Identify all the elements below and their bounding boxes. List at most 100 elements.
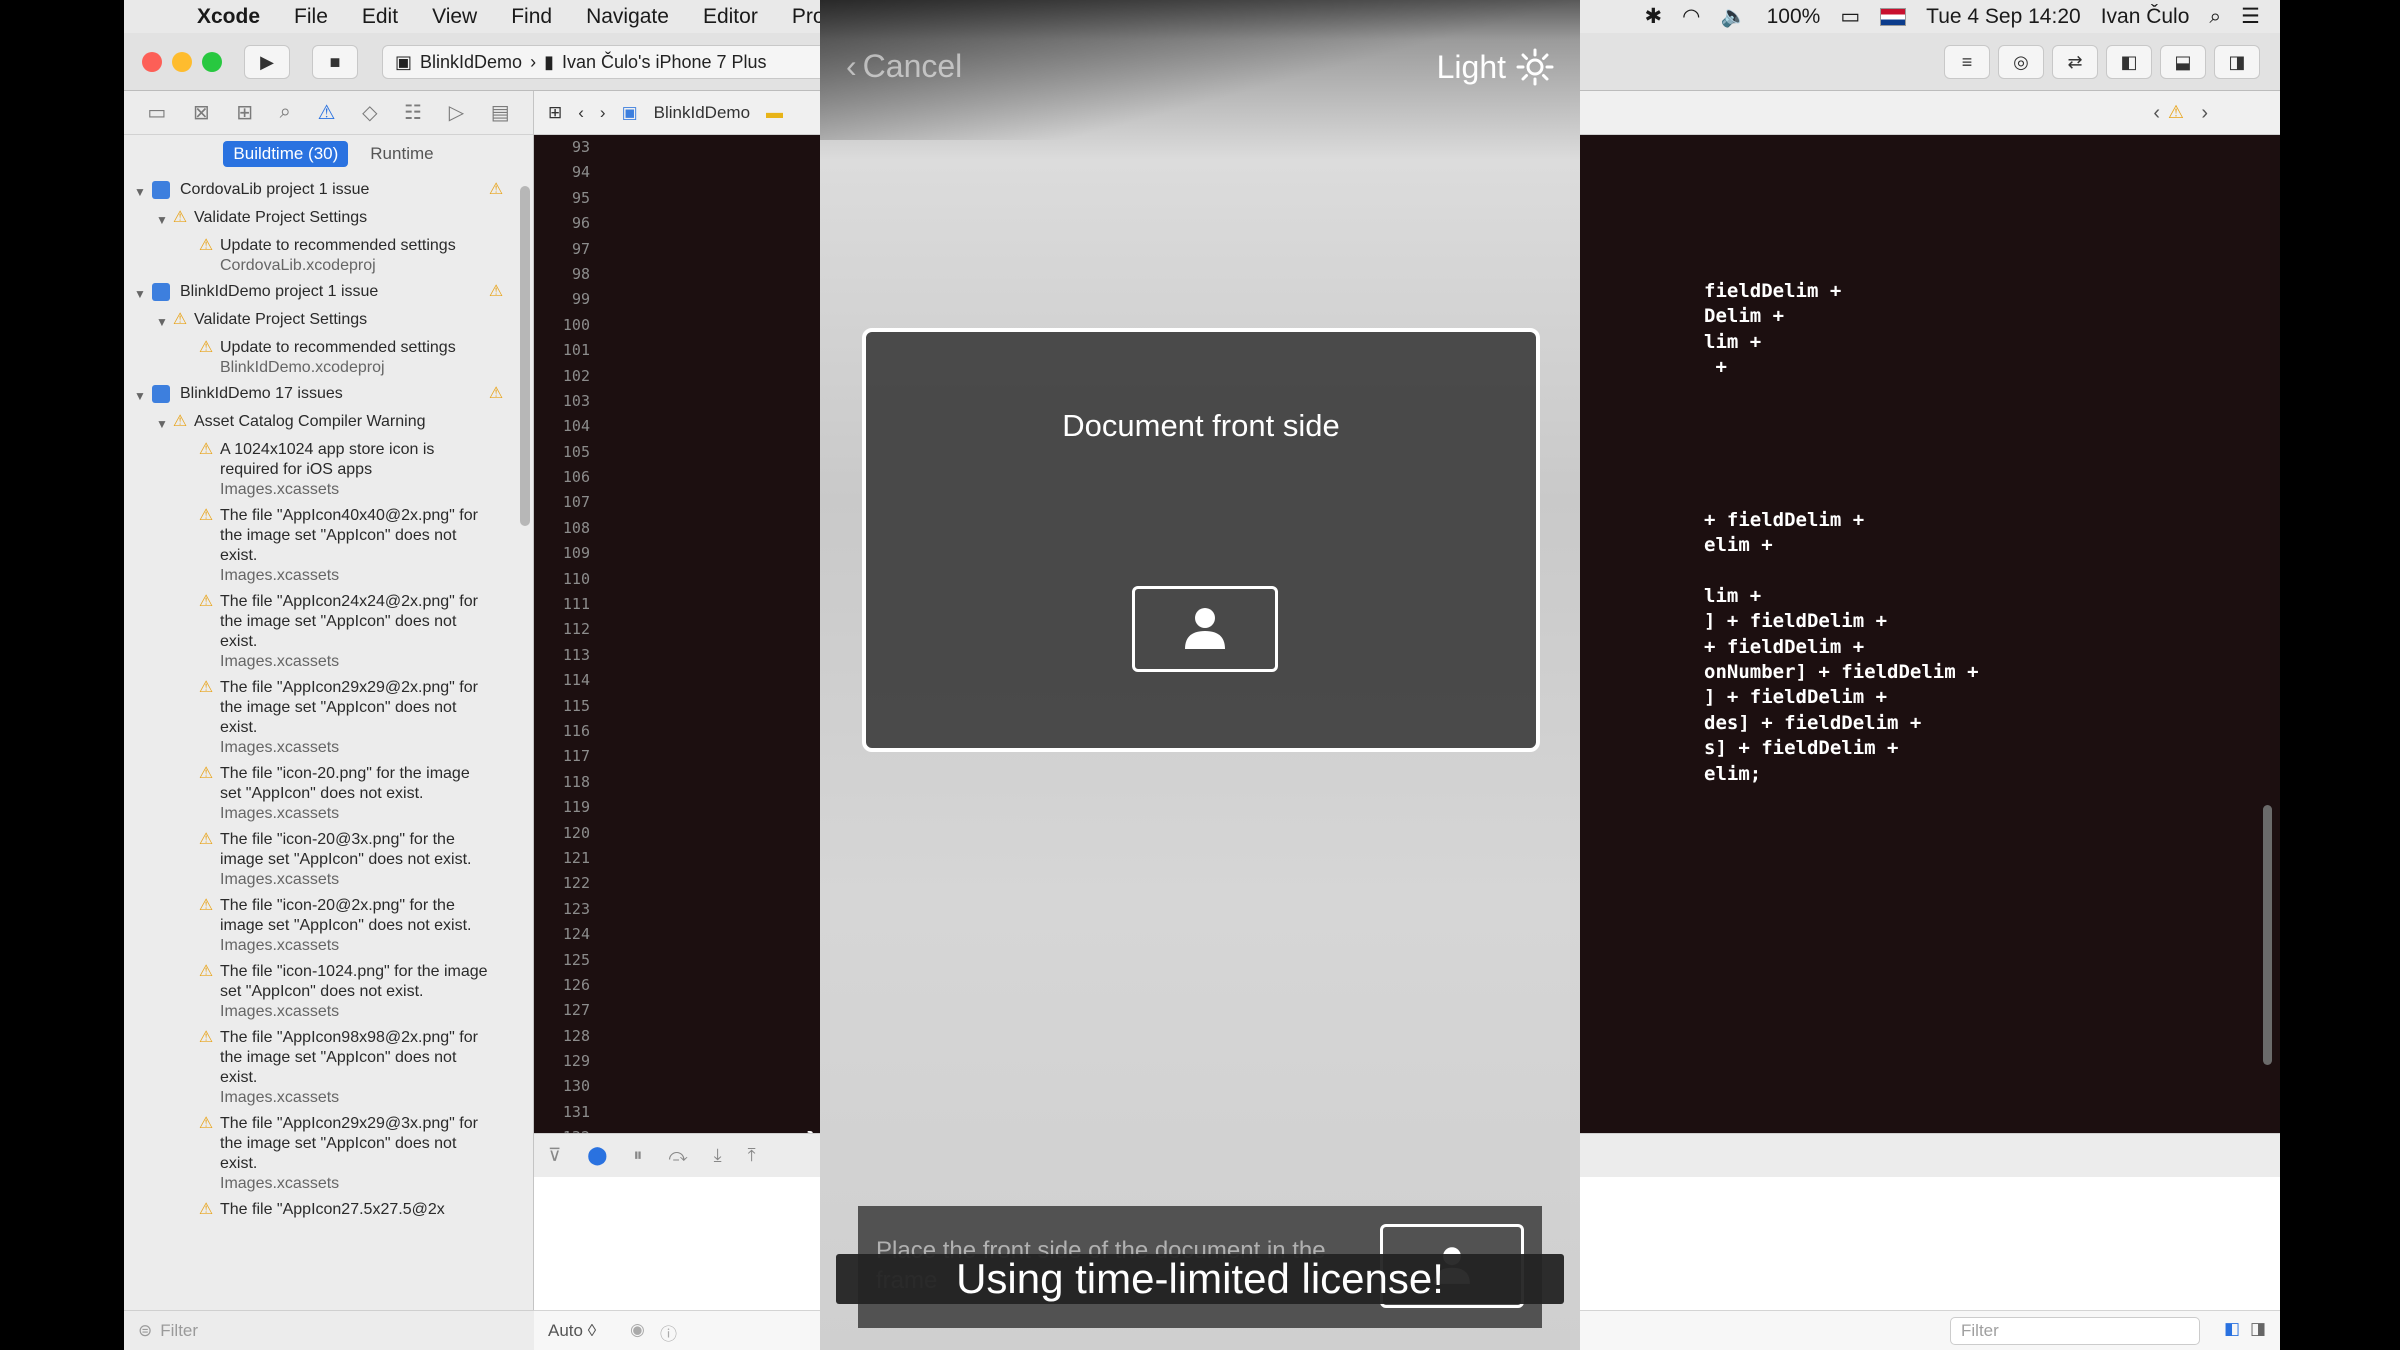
navigator-filter-input[interactable]: Filter	[160, 1321, 198, 1341]
step-over-icon[interactable]: ⤼	[668, 1145, 687, 1166]
line-number: 118	[562, 772, 590, 791]
menu-navigate[interactable]: Navigate	[569, 5, 686, 29]
variables-scope-selector[interactable]: Auto ◊	[548, 1321, 596, 1341]
wifi-icon[interactable]: ◠	[1682, 4, 1700, 29]
issue-row[interactable]: ⚠ A 1024x1024 app store icon is required …	[124, 437, 520, 503]
issue-row[interactable]: ⚠ Update to recommended settings BlinkIdDe…	[124, 335, 520, 381]
issue-row[interactable]: ▼ CordovaLib project 1 issue ⚠	[124, 177, 520, 205]
issue-row[interactable]: ▼ ⚠ Validate Project Settings	[124, 307, 520, 335]
menu-view[interactable]: View	[415, 5, 494, 29]
run-button[interactable]: ▶	[244, 45, 290, 79]
code-line: fieldDelim +	[1704, 280, 1842, 302]
menu-xcode[interactable]: Xcode	[180, 5, 277, 29]
user-name[interactable]: Ivan Čulo	[2101, 5, 2190, 29]
breakpoint-icon[interactable]: ▷	[449, 100, 464, 125]
pause-icon[interactable]: ⏸	[633, 1145, 642, 1166]
disclosure-triangle-icon[interactable]: ▼	[132, 386, 148, 406]
stop-button[interactable]: ■	[312, 45, 358, 79]
toggle-inspector-button[interactable]: ◨	[2214, 45, 2260, 79]
issue-row[interactable]: ⚠ The file "AppIcon29x29@3x.png" for the …	[124, 1111, 520, 1197]
issue-row[interactable]: ⚠ The file "icon-20@3x.png" for the image…	[124, 827, 520, 893]
disclosure-triangle-icon[interactable]: ▼	[154, 210, 170, 230]
issue-row[interactable]: ▼ BlinkIdDemo 17 issues ⚠	[124, 381, 520, 409]
menu-edit[interactable]: Edit	[345, 5, 415, 29]
menu-find[interactable]: Find	[494, 5, 569, 29]
hide-debug-area-icon[interactable]: ⊽	[548, 1145, 561, 1166]
line-number: 103	[562, 391, 590, 410]
zoom-window-button[interactable]	[202, 52, 222, 72]
related-items-icon[interactable]: ⊞	[548, 103, 562, 123]
tab-buildtime[interactable]: Buildtime (30)	[223, 141, 349, 167]
console-view-icon[interactable]: ◨	[2250, 1319, 2266, 1339]
issue-row[interactable]: ⚠ The file "icon-1024.png" for the image …	[124, 959, 520, 1025]
toggle-debug-area-button[interactable]: ⬓	[2160, 45, 2206, 79]
clock[interactable]: Tue 4 Sep 14:20	[1926, 5, 2081, 29]
spotlight-search-icon[interactable]: ⌕	[2209, 5, 2221, 29]
issue-row[interactable]: ⚠ The file "icon-20@2x.png" for the image…	[124, 893, 520, 959]
step-in-icon[interactable]: ⤓	[714, 1145, 722, 1166]
issue-row[interactable]: ⚠ Update to recommended settings CordovaLi…	[124, 233, 520, 279]
cancel-button[interactable]: ‹ Cancel	[846, 48, 962, 85]
disclosure-triangle-icon[interactable]: ▼	[132, 182, 148, 202]
warning-triangle-icon: ⚠	[198, 441, 214, 458]
editor-scrollbar[interactable]	[2263, 805, 2272, 1065]
standard-editor-button[interactable]: ≡	[1944, 45, 1990, 79]
back-arrow-icon[interactable]: ‹	[578, 103, 584, 123]
test-diamond-icon[interactable]: ◇	[362, 100, 377, 125]
version-editor-button[interactable]: ⇄	[2052, 45, 2098, 79]
next-issue-icon[interactable]: ›	[2201, 102, 2208, 125]
folder-icon[interactable]: ▭	[147, 100, 166, 125]
line-number: 105	[562, 442, 590, 461]
issue-row[interactable]: ⚠ The file "AppIcon98x98@2x.png" for the …	[124, 1025, 520, 1111]
issue-row[interactable]: ⚠ The file "AppIcon27.5x27.5@2x	[124, 1197, 520, 1223]
menu-file[interactable]: File	[277, 5, 345, 29]
close-window-button[interactable]	[142, 52, 162, 72]
info-icon[interactable]: ⓘ	[660, 1320, 677, 1345]
step-out-icon[interactable]: ⤒	[748, 1145, 756, 1166]
battery-icon[interactable]: ▭	[1840, 4, 1860, 29]
light-toggle-button[interactable]: Light	[1437, 48, 1554, 86]
breakpoints-toggle-icon[interactable]: ⬤	[587, 1145, 607, 1166]
report-icon[interactable]: ▤	[491, 100, 510, 125]
issue-list: ▼ CordovaLib project 1 issue ⚠ ▼ ⚠ Validate P…	[124, 177, 520, 1297]
disclosure-triangle-icon[interactable]: ▼	[132, 284, 148, 304]
input-source-flag-icon[interactable]	[1880, 7, 1907, 26]
issue-text: The file "AppIcon29x29@2x.png" for the i…	[220, 678, 494, 758]
issue-row[interactable]: ▼ BlinkIdDemo project 1 issue ⚠	[124, 279, 520, 307]
volume-icon[interactable]: 🔈	[1720, 5, 1746, 29]
warning-triangle-icon[interactable]: ⚠	[2168, 102, 2184, 123]
notification-center-icon[interactable]: ☰	[2241, 4, 2260, 29]
line-number: 95	[571, 188, 590, 207]
bluetooth-icon[interactable]: ✱	[1645, 4, 1663, 29]
variables-view-icon[interactable]: ◧	[2224, 1319, 2240, 1339]
forward-arrow-icon[interactable]: ›	[600, 103, 606, 123]
issue-row[interactable]: ⚠ The file "AppIcon24x24@2x.png" for the …	[124, 589, 520, 675]
issue-row[interactable]: ⚠ The file "icon-20.png" for the image se…	[124, 761, 520, 827]
disclosure-triangle-icon[interactable]: ▼	[154, 414, 170, 434]
console-filter-input[interactable]: Filter	[1950, 1317, 2200, 1345]
assistant-editor-button[interactable]: ◎	[1998, 45, 2044, 79]
warning-triangle-icon: ⚠	[198, 1201, 214, 1218]
source-control-icon[interactable]: ⊠	[193, 100, 210, 125]
issue-row[interactable]: ▼ ⚠ Asset Catalog Compiler Warning	[124, 409, 520, 437]
eye-icon[interactable]: ◉	[630, 1320, 645, 1340]
minimize-window-button[interactable]	[172, 52, 192, 72]
previous-issue-icon[interactable]: ‹	[2153, 102, 2160, 125]
issue-title: Update to recommended settings	[220, 339, 456, 356]
code-line: ] + fieldDelim +	[1704, 610, 1888, 633]
cancel-label: Cancel	[862, 48, 963, 84]
symbol-icon[interactable]: ⊞	[236, 100, 253, 125]
issue-row[interactable]: ⚠ The file "AppIcon29x29@2x.png" for the …	[124, 675, 520, 761]
disclosure-triangle-icon[interactable]: ▼	[154, 312, 170, 332]
line-number-gutter: 93 94 95 96 97 98 99 100 101 102 103 104 105 106 107 10…	[534, 135, 596, 1146]
issue-row[interactable]: ▼ ⚠ Validate Project Settings	[124, 205, 520, 233]
search-icon[interactable]: ⌕	[280, 101, 291, 124]
breadcrumb-project[interactable]: BlinkIdDemo	[654, 103, 750, 123]
toggle-navigator-button[interactable]: ◧	[2106, 45, 2152, 79]
issue-row[interactable]: ⚠ The file "AppIcon40x40@2x.png" for the …	[124, 503, 520, 589]
warning-triangle-icon[interactable]: ⚠	[318, 100, 336, 125]
tab-runtime[interactable]: Runtime	[370, 144, 433, 164]
navigator-scrollbar[interactable]	[520, 186, 530, 526]
debug-icon[interactable]: ☷	[404, 100, 422, 125]
menu-editor[interactable]: Editor	[686, 5, 775, 29]
